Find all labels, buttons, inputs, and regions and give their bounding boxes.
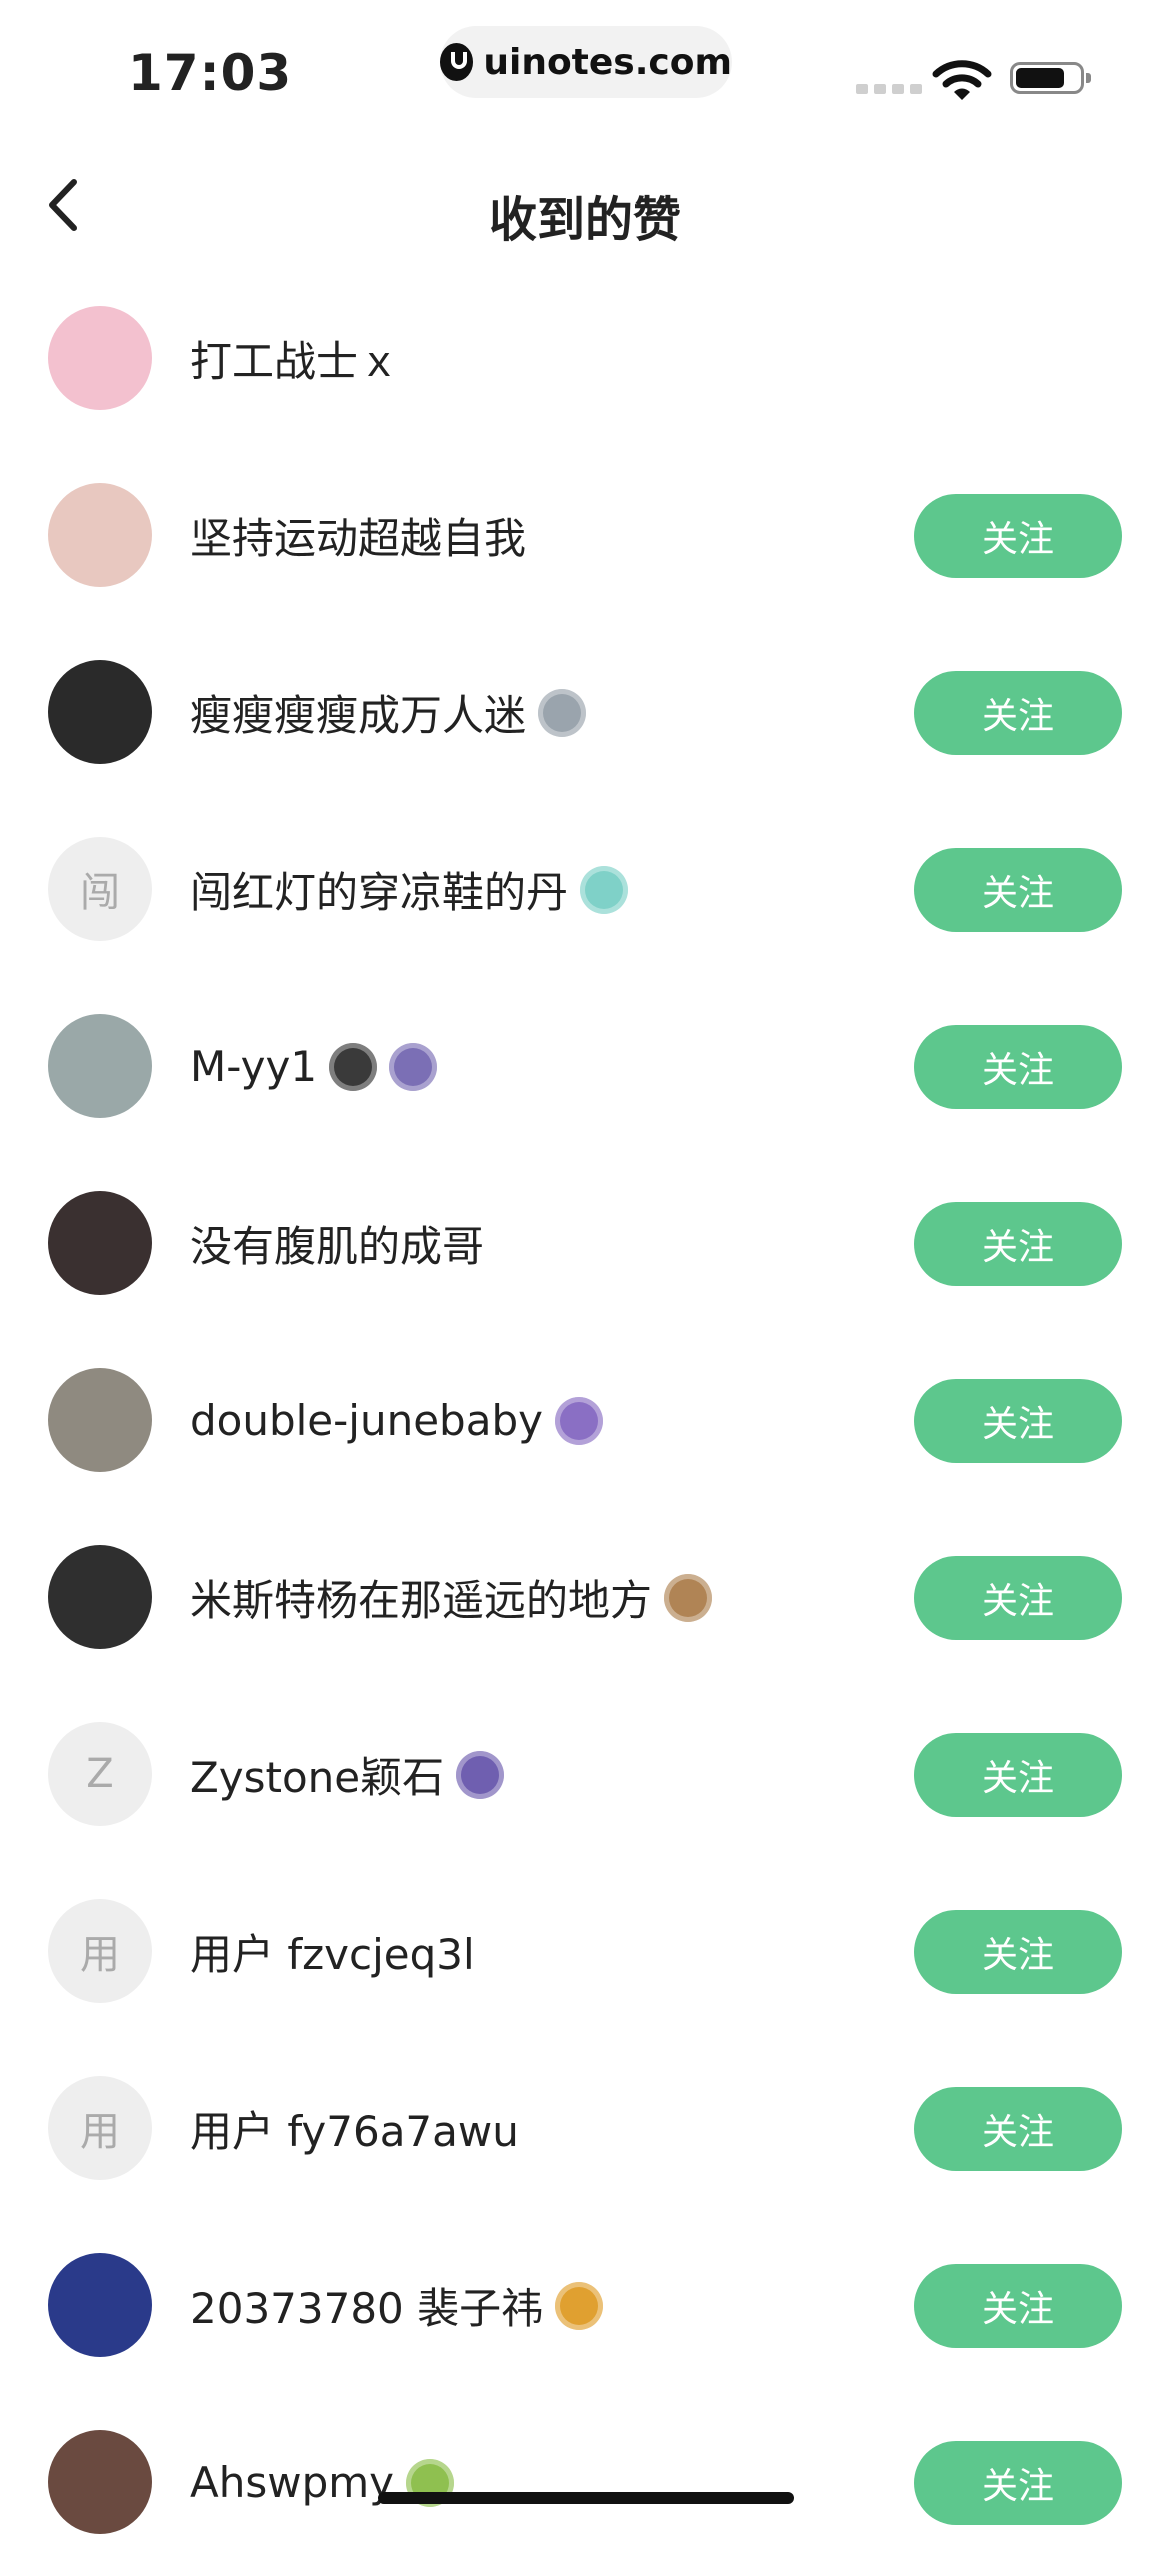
- name-group: M-yy1: [190, 978, 438, 1155]
- name-group: Ahswpmy: [190, 2394, 455, 2571]
- follow-button[interactable]: 关注: [914, 848, 1122, 932]
- list-item[interactable]: 用用户 fy76a7awu 关注: [0, 2040, 1170, 2217]
- list-item[interactable]: 没有腹肌的成哥 关注: [0, 1155, 1170, 1332]
- status-bar: 17:03 uinotes.com: [0, 0, 1170, 130]
- user-name[interactable]: Zystone颖石: [190, 1744, 444, 1805]
- list-item[interactable]: Z Zystone颖石 关注: [0, 1686, 1170, 1863]
- follow-button[interactable]: 关注: [914, 1202, 1122, 1286]
- follow-button[interactable]: 关注: [914, 2087, 1122, 2171]
- avatar[interactable]: [48, 306, 152, 410]
- list-item[interactable]: 用用户 fzvcjeq3l 关注: [0, 1863, 1170, 2040]
- list-item[interactable]: 坚持运动超越自我 关注: [0, 447, 1170, 624]
- medal-badge-icon: [664, 1573, 713, 1622]
- list-item[interactable]: M-yy1 关注: [0, 978, 1170, 1155]
- name-group: double-junebaby: [190, 1332, 603, 1509]
- user-name[interactable]: M-yy1: [190, 1042, 317, 1091]
- avatar[interactable]: [48, 483, 152, 587]
- follow-button[interactable]: 关注: [914, 1733, 1122, 1817]
- cellular-signal-icon: [856, 84, 922, 94]
- medal-badge-icon: [329, 1042, 378, 1091]
- medal-badge-icon: [389, 1042, 438, 1091]
- user-name[interactable]: 没有腹肌的成哥: [190, 1213, 484, 1274]
- user-name[interactable]: 瘦瘦瘦瘦成万人迷: [190, 682, 526, 743]
- follow-button[interactable]: 关注: [914, 2264, 1122, 2348]
- site-logo-icon: [440, 43, 474, 81]
- name-group: 坚持运动超越自我: [190, 447, 526, 624]
- follow-button[interactable]: 关注: [914, 2441, 1122, 2525]
- list-item[interactable]: Ahswpmy 关注: [0, 2394, 1170, 2571]
- medal-badge-icon: [554, 1396, 603, 1445]
- list-item[interactable]: 打工战士ｘ: [0, 270, 1170, 447]
- user-name[interactable]: 打工战士ｘ: [190, 328, 400, 389]
- medal-badge-icon: [538, 688, 587, 737]
- avatar[interactable]: [48, 2430, 152, 2534]
- medal-badge-icon: [456, 1750, 505, 1799]
- name-group: 20373780 裴子祎: [190, 2217, 604, 2394]
- follow-button[interactable]: 关注: [914, 494, 1122, 578]
- avatar[interactable]: 闯: [48, 837, 152, 941]
- wifi-icon: [932, 60, 992, 100]
- user-name[interactable]: 20373780 裴子祎: [190, 2275, 543, 2336]
- list-item[interactable]: 瘦瘦瘦瘦成万人迷 关注: [0, 624, 1170, 801]
- follow-button[interactable]: 关注: [914, 1025, 1122, 1109]
- user-name[interactable]: 闯红灯的穿凉鞋的丹: [190, 859, 568, 920]
- user-name[interactable]: double-junebaby: [190, 1396, 543, 1445]
- follow-button[interactable]: 关注: [914, 1910, 1122, 1994]
- avatar[interactable]: [48, 1545, 152, 1649]
- name-group: 米斯特杨在那遥远的地方: [190, 1509, 713, 1686]
- avatar[interactable]: [48, 2253, 152, 2357]
- likes-list: 打工战士ｘ 坚持运动超越自我 关注 瘦瘦瘦瘦成万人迷 关注闯闯红灯的穿凉鞋的丹 关注 M-y…: [0, 270, 1170, 2571]
- list-item[interactable]: double-junebaby 关注: [0, 1332, 1170, 1509]
- avatar[interactable]: [48, 1368, 152, 1472]
- user-name[interactable]: Ahswpmy: [190, 2458, 394, 2507]
- avatar[interactable]: 用: [48, 1899, 152, 2003]
- name-group: 用户 fzvcjeq3l: [190, 1863, 475, 2040]
- nav-bar: 收到的赞: [0, 150, 1170, 260]
- name-group: 瘦瘦瘦瘦成万人迷: [190, 624, 587, 801]
- follow-button[interactable]: 关注: [914, 1379, 1122, 1463]
- follow-button[interactable]: 关注: [914, 671, 1122, 755]
- avatar[interactable]: 用: [48, 2076, 152, 2180]
- url-text: uinotes.com: [483, 41, 732, 83]
- avatar[interactable]: Z: [48, 1722, 152, 1826]
- url-pill[interactable]: uinotes.com: [440, 26, 732, 98]
- name-group: Zystone颖石: [190, 1686, 505, 1863]
- avatar[interactable]: [48, 1014, 152, 1118]
- avatar[interactable]: [48, 1191, 152, 1295]
- status-time: 17:03: [128, 44, 293, 102]
- user-name[interactable]: 坚持运动超越自我: [190, 505, 526, 566]
- user-name[interactable]: 米斯特杨在那遥远的地方: [190, 1567, 652, 1628]
- user-name[interactable]: 用户 fy76a7awu: [190, 2098, 519, 2159]
- list-item[interactable]: 闯闯红灯的穿凉鞋的丹 关注: [0, 801, 1170, 978]
- list-item[interactable]: 20373780 裴子祎 关注: [0, 2217, 1170, 2394]
- page-title: 收到的赞: [488, 192, 681, 248]
- name-group: 打工战士ｘ: [190, 270, 400, 447]
- name-group: 闯红灯的穿凉鞋的丹: [190, 801, 629, 978]
- avatar[interactable]: [48, 660, 152, 764]
- user-name[interactable]: 用户 fzvcjeq3l: [190, 1921, 475, 1982]
- name-group: 没有腹肌的成哥: [190, 1155, 484, 1332]
- battery-icon: [1010, 62, 1091, 94]
- follow-button[interactable]: 关注: [914, 1556, 1122, 1640]
- medal-badge-icon: [580, 865, 629, 914]
- list-item[interactable]: 米斯特杨在那遥远的地方 关注: [0, 1509, 1170, 1686]
- home-indicator: [378, 2492, 794, 2504]
- name-group: 用户 fy76a7awu: [190, 2040, 519, 2217]
- medal-badge-icon: [555, 2281, 604, 2330]
